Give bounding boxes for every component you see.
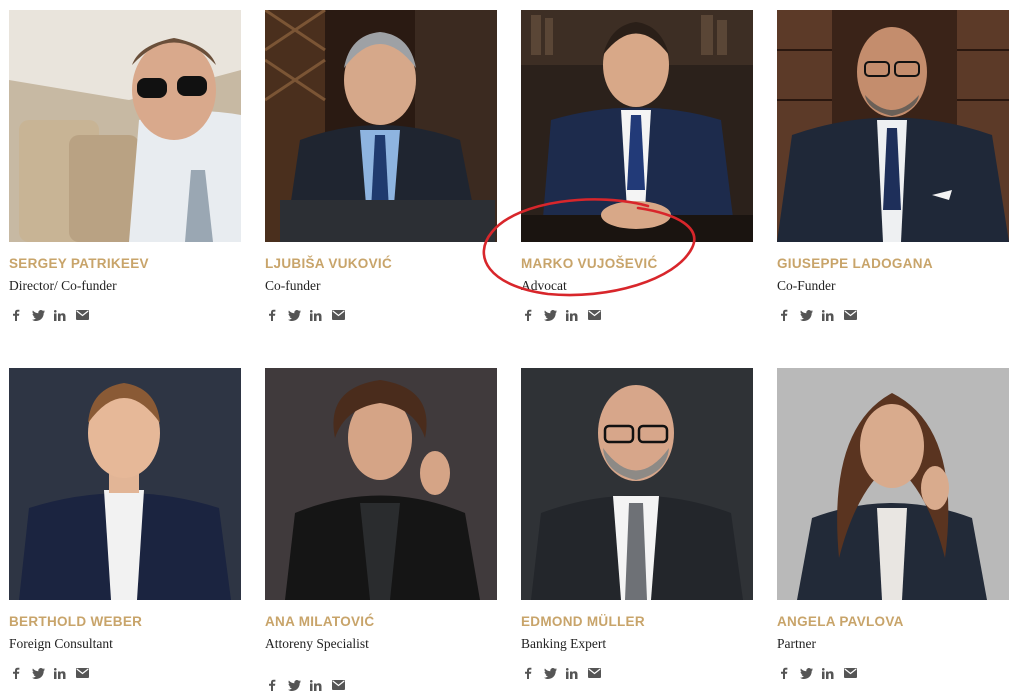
team-card: SERGEY PATRIKEEV Director/ Co-funder: [9, 10, 241, 322]
email-icon[interactable]: [587, 308, 601, 322]
facebook-icon[interactable]: [265, 308, 279, 322]
email-icon[interactable]: [843, 308, 857, 322]
facebook-icon[interactable]: [265, 678, 279, 692]
twitter-icon[interactable]: [287, 308, 301, 322]
linkedin-icon[interactable]: [821, 308, 835, 322]
twitter-icon[interactable]: [287, 678, 301, 692]
member-role: Partner: [777, 636, 816, 651]
twitter-icon[interactable]: [31, 308, 45, 322]
linkedin-icon[interactable]: [53, 308, 67, 322]
linkedin-icon[interactable]: [565, 666, 579, 680]
social-links: [9, 666, 241, 680]
member-name[interactable]: BERTHOLD WEBER: [9, 614, 241, 632]
social-links: [265, 308, 497, 322]
team-photo[interactable]: [265, 368, 497, 600]
team-photo[interactable]: [9, 10, 241, 242]
member-role: Foreign Consultant: [9, 636, 113, 651]
team-photo[interactable]: [777, 368, 1009, 600]
team-card: ANA MILATOVIĆ Attoreny Specialist: [265, 368, 497, 692]
facebook-icon[interactable]: [9, 308, 23, 322]
linkedin-icon[interactable]: [309, 678, 323, 692]
facebook-icon[interactable]: [777, 308, 791, 322]
twitter-icon[interactable]: [799, 666, 813, 680]
member-role: Co-Funder: [777, 278, 836, 293]
email-icon[interactable]: [331, 308, 345, 322]
social-links: [777, 666, 1009, 680]
linkedin-icon[interactable]: [53, 666, 67, 680]
team-card: EDMOND MÜLLER Banking Expert: [521, 368, 753, 680]
linkedin-icon[interactable]: [309, 308, 323, 322]
team-card: ANGELA PAVLOVA Partner: [777, 368, 1009, 680]
team-photo[interactable]: [521, 10, 753, 242]
linkedin-icon[interactable]: [821, 666, 835, 680]
team-card: MARKO VUJOŠEVIĆ Advocat: [521, 10, 753, 322]
team-card: LJUBIŠA VUKOVIĆ Co-funder: [265, 10, 497, 322]
facebook-icon[interactable]: [9, 666, 23, 680]
member-name[interactable]: EDMOND MÜLLER: [521, 614, 753, 632]
member-role: Banking Expert: [521, 636, 607, 651]
member-name[interactable]: ANGELA PAVLOVA: [777, 614, 1009, 632]
team-photo[interactable]: [9, 368, 241, 600]
member-role: Co-funder: [265, 278, 321, 293]
email-icon[interactable]: [587, 666, 601, 680]
member-name[interactable]: ANA MILATOVIĆ: [265, 614, 497, 632]
team-photo[interactable]: [777, 10, 1009, 242]
member-role: Advocat: [521, 278, 567, 293]
linkedin-icon[interactable]: [565, 308, 579, 322]
social-links: [777, 308, 1009, 322]
member-role: Director/ Co-funder: [9, 278, 117, 293]
facebook-icon[interactable]: [521, 308, 535, 322]
email-icon[interactable]: [331, 678, 345, 692]
member-name[interactable]: GIUSEPPE LADOGANA: [777, 256, 1009, 274]
team-card: BERTHOLD WEBER Foreign Consultant: [9, 368, 241, 680]
twitter-icon[interactable]: [543, 666, 557, 680]
member-role: Attoreny Specialist: [265, 636, 369, 651]
email-icon[interactable]: [75, 308, 89, 322]
member-name[interactable]: MARKO VUJOŠEVIĆ: [521, 256, 753, 274]
social-links: [9, 308, 241, 322]
twitter-icon[interactable]: [543, 308, 557, 322]
member-name[interactable]: SERGEY PATRIKEEV: [9, 256, 241, 274]
social-links: [521, 666, 753, 680]
team-photo[interactable]: [265, 10, 497, 242]
team-photo[interactable]: [521, 368, 753, 600]
facebook-icon[interactable]: [777, 666, 791, 680]
email-icon[interactable]: [843, 666, 857, 680]
team-card: GIUSEPPE LADOGANA Co-Funder: [777, 10, 1009, 322]
social-links: [521, 308, 753, 322]
twitter-icon[interactable]: [31, 666, 45, 680]
facebook-icon[interactable]: [521, 666, 535, 680]
member-name[interactable]: LJUBIŠA VUKOVIĆ: [265, 256, 497, 274]
social-links: [265, 678, 497, 692]
email-icon[interactable]: [75, 666, 89, 680]
twitter-icon[interactable]: [799, 308, 813, 322]
